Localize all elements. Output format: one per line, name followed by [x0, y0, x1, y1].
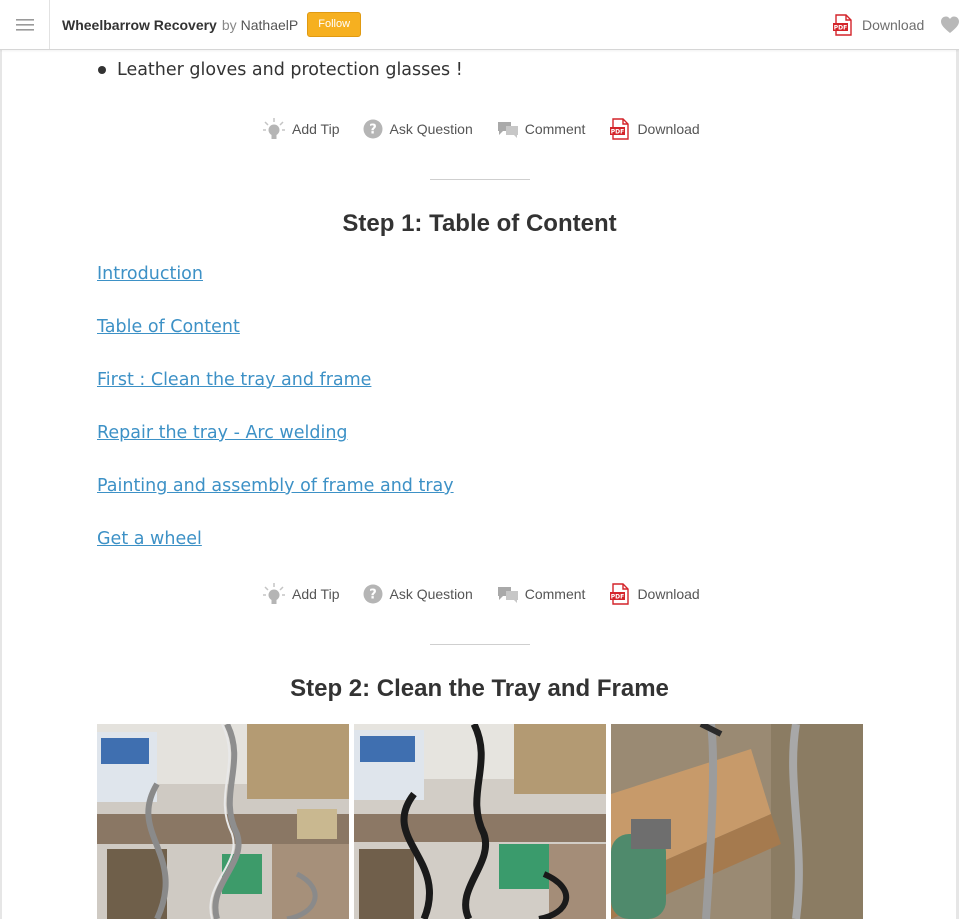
add-tip-label: Add Tip — [292, 121, 340, 137]
ask-question-label: Ask Question — [389, 121, 473, 137]
step-actions-1: Add Tip ? Ask Question Comment PDF Downl… — [262, 579, 700, 609]
frame-workshop-photo — [97, 724, 349, 919]
step-2-photo-3[interactable] — [611, 724, 863, 919]
add-tip-label: Add Tip — [292, 586, 340, 602]
step-2-title: Step 2: Clean the Tray and Frame — [290, 675, 669, 702]
svg-text:?: ? — [370, 588, 378, 603]
page-left-border — [0, 50, 2, 919]
comment-icon — [497, 587, 518, 603]
download-label: Download — [637, 586, 700, 602]
step-2-photo-1[interactable] — [97, 724, 349, 919]
section-divider — [430, 644, 530, 645]
project-header: Wheelbarrow Recovery by NathaelP Follow — [62, 0, 362, 49]
list-item: Leather gloves and protection glasses ! — [98, 60, 463, 80]
download-label: Download — [637, 121, 700, 137]
add-tip-button[interactable]: Add Tip — [262, 581, 339, 607]
svg-text:PDF: PDF — [611, 594, 624, 601]
pdf-icon: PDF — [833, 14, 852, 36]
ask-question-label: Ask Question — [389, 586, 473, 602]
table-of-content-list: Introduction Table of Content First : Cl… — [97, 262, 454, 580]
pdf-icon: PDF — [610, 583, 630, 605]
comment-label: Comment — [524, 586, 586, 602]
top-download-label: Download — [862, 17, 925, 33]
bullet-text: Leather gloves and protection glasses ! — [117, 60, 463, 80]
toc-link-table-of-content[interactable]: Table of Content — [97, 315, 454, 368]
step-1-title: Step 1: Table of Content — [342, 210, 617, 237]
favorite-heart-icon[interactable] — [940, 15, 959, 35]
toc-link-get-wheel[interactable]: Get a wheel — [97, 527, 454, 580]
comment-icon — [497, 122, 518, 138]
hamburger-icon — [15, 18, 34, 31]
comment-label: Comment — [524, 121, 586, 137]
toc-link-introduction[interactable]: Introduction — [97, 262, 454, 315]
comment-button[interactable]: Comment — [497, 120, 586, 138]
lightbulb-icon — [263, 583, 285, 604]
add-tip-button[interactable]: Add Tip — [262, 116, 339, 142]
question-icon: ? — [363, 584, 383, 604]
toc-link-painting[interactable]: Painting and assembly of frame and tray — [97, 474, 454, 527]
step-2-photo-2[interactable] — [354, 724, 606, 919]
question-icon: ? — [363, 119, 383, 139]
section-divider — [430, 179, 530, 180]
download-button[interactable]: PDF Download — [609, 583, 700, 605]
step-actions-intro: Add Tip ? Ask Question Comment PDF Downl… — [262, 114, 700, 144]
author-link[interactable]: NathaelP — [241, 17, 299, 33]
step-2-gallery — [97, 724, 863, 919]
follow-button[interactable]: Follow — [307, 12, 362, 37]
download-button[interactable]: PDF Download — [609, 118, 700, 140]
menu-button[interactable] — [0, 0, 50, 49]
svg-text:?: ? — [370, 123, 378, 138]
top-download-button[interactable]: PDF Download — [832, 14, 924, 36]
frame-painted-photo — [354, 724, 606, 919]
grinder-outdoor-photo — [611, 724, 863, 919]
svg-text:PDF: PDF — [834, 25, 847, 32]
lightbulb-icon — [263, 118, 285, 139]
ask-question-button[interactable]: ? Ask Question — [363, 584, 473, 604]
project-title[interactable]: Wheelbarrow Recovery — [62, 17, 217, 33]
bullet-icon — [98, 66, 106, 74]
toc-link-repair-tray[interactable]: Repair the tray - Arc welding — [97, 421, 454, 474]
by-label: by — [221, 16, 237, 33]
comment-button[interactable]: Comment — [497, 585, 586, 603]
pdf-icon: PDF — [610, 118, 630, 140]
toc-link-clean-tray[interactable]: First : Clean the tray and frame — [97, 368, 454, 421]
svg-text:PDF: PDF — [611, 129, 624, 136]
top-bar: Wheelbarrow Recovery by NathaelP Follow … — [0, 0, 959, 50]
ask-question-button[interactable]: ? Ask Question — [363, 119, 473, 139]
